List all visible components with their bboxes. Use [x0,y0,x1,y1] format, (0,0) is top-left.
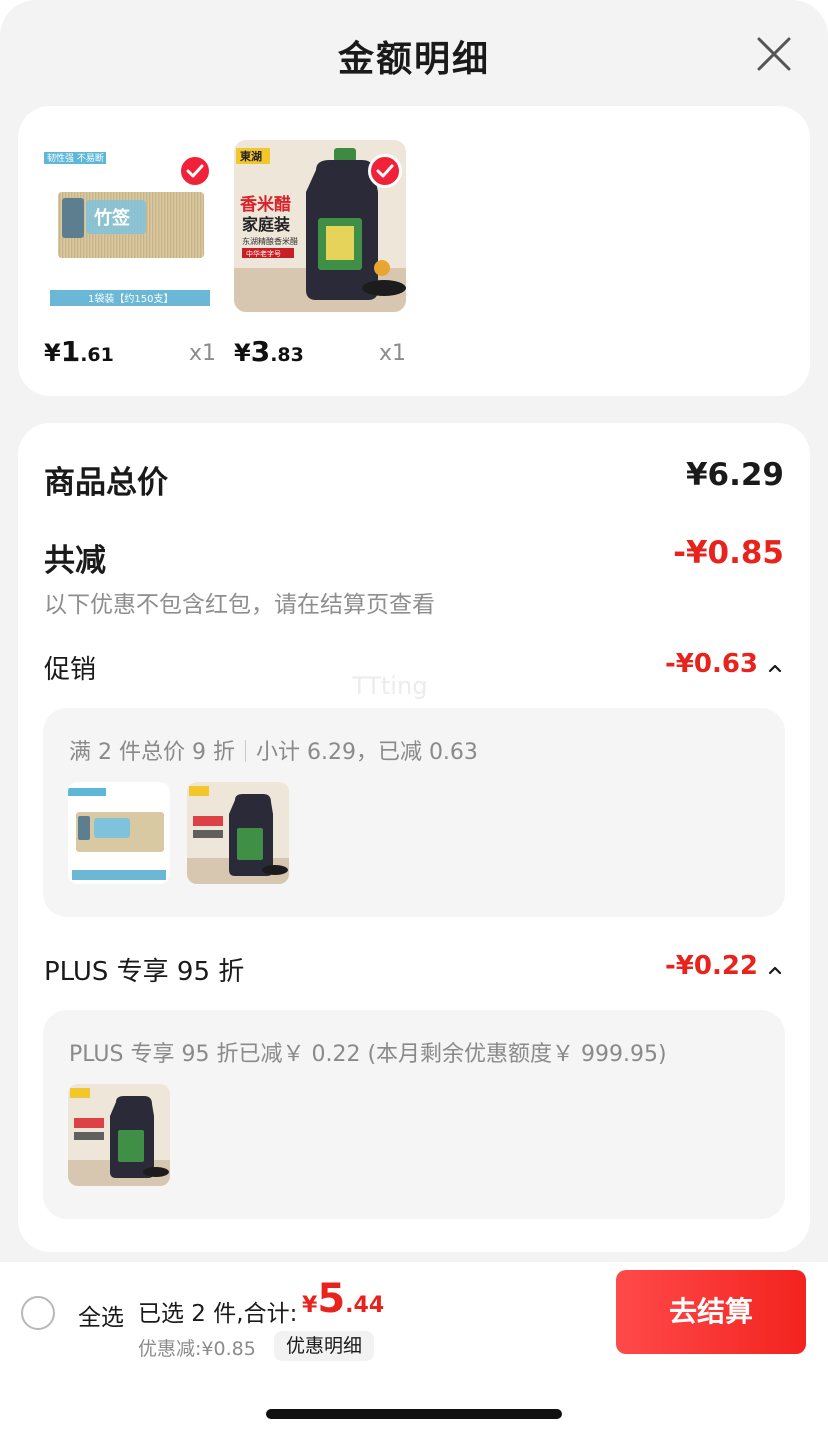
divider [244,740,246,762]
price-summary-card: 商品总价 ¥6.29 共减 -¥0.85 以下优惠不包含红包，请在结算页查看 促… [18,423,810,1252]
vinegar-bottle-thumb [68,1084,170,1186]
promo-detail-text: 满 2 件总价 9 折小计 6.29，已减 0.63 [69,734,478,766]
close-icon[interactable] [756,36,792,72]
product-price: ¥1.61 [44,335,114,368]
selected-count-text: 已选 2 件,合计: [138,1301,298,1327]
toothpick-package-thumb [68,782,170,884]
vinegar-bottle-thumb [187,782,289,884]
promo-product-thumb[interactable] [187,782,289,884]
select-all-radio[interactable] [21,1296,55,1330]
product-image[interactable]: 東湖 香米醋 家庭装 东湖精酿香米醋 中华老字号 [234,140,406,312]
plus-detail-text: PLUS 专享 95 折已减￥ 0.22 (本月剩余优惠额度￥ 999.95) [69,1042,667,1067]
selected-products-card: 韧性强 不易断 竹签 1袋装【约150支】 ¥1.61 x1 東湖 香米醋 家庭… [18,106,810,396]
promo-detail-box: 满 2 件总价 9 折小计 6.29，已减 0.63 [43,708,785,917]
plus-detail-box: PLUS 专享 95 折已减￥ 0.22 (本月剩余优惠额度￥ 999.95) [43,1010,785,1219]
vinegar-subheadline: 家庭装 [242,215,290,234]
product-item[interactable]: 東湖 香米醋 家庭装 东湖精酿香米醋 中华老字号 ¥3.83 x1 [234,140,406,368]
discount-detail-button[interactable]: 优惠明细 [274,1331,375,1361]
selected-check[interactable] [368,154,402,188]
promo-subtotal: 小计 6.29，已减 0.63 [255,740,478,765]
checkmark-icon [376,164,394,178]
plus-section-header[interactable]: PLUS 专享 95 折 -¥0.22 [44,951,784,987]
plus-label: PLUS 专享 95 折 [44,957,245,987]
chevron-up-icon[interactable] [766,659,784,677]
reduction-label: 共减 [44,543,106,579]
promo-label: 促销 [44,655,97,685]
checkmark-icon [186,164,204,178]
reduction-value: -¥0.85 [673,535,784,571]
product-quantity: x1 [188,341,216,366]
vinegar-headline: 香米醋 [240,194,291,215]
total-amount: ¥5.44 [302,1276,385,1322]
vinegar-brand: 東湖 [240,149,262,163]
total-price-value: ¥6.29 [685,457,784,493]
reduction-note: 以下优惠不包含红包，请在结算页查看 [44,592,435,618]
chevron-up-icon[interactable] [766,961,784,979]
product-brand-text: 竹签 [93,207,131,229]
product-quantity: x1 [378,341,406,366]
product-pack-label: 1袋装【约150支】 [88,292,173,305]
product-badge: 韧性强 不易断 [47,152,104,164]
promo-value: -¥0.63 [664,649,758,679]
product-item[interactable]: 韧性强 不易断 竹签 1袋装【约150支】 ¥1.61 x1 [44,140,216,368]
selected-check[interactable] [178,154,212,188]
home-indicator [266,1409,562,1419]
discount-amount: 优惠减:¥0.85 [138,1338,256,1360]
svg-text:东湖精酿香米醋: 东湖精酿香米醋 [242,236,298,246]
product-image[interactable]: 韧性强 不易断 竹签 1袋装【约150支】 [44,140,216,312]
amount-detail-sheet: 金额明细 韧性强 不易断 竹签 1袋装【约150支】 ¥1.61 x1 東湖 香… [0,0,828,1262]
total-price-label: 商品总价 [44,465,168,501]
total-price-row: 商品总价 ¥6.29 [44,457,784,501]
checkout-button[interactable]: 去结算 [616,1270,806,1354]
promo-product-thumb[interactable] [68,782,170,884]
sheet-title: 金额明细 [337,39,490,80]
total-reduction-row: 共减 -¥0.85 [44,535,784,579]
promo-rule: 满 2 件总价 9 折 [69,740,235,765]
select-all-label[interactable]: 全选 [78,1298,124,1332]
product-price: ¥3.83 [234,335,304,368]
plus-product-thumb[interactable] [68,1084,170,1186]
svg-text:中华老字号: 中华老字号 [246,249,281,258]
plus-value: -¥0.22 [664,951,758,981]
watermark: TTting [352,672,428,700]
